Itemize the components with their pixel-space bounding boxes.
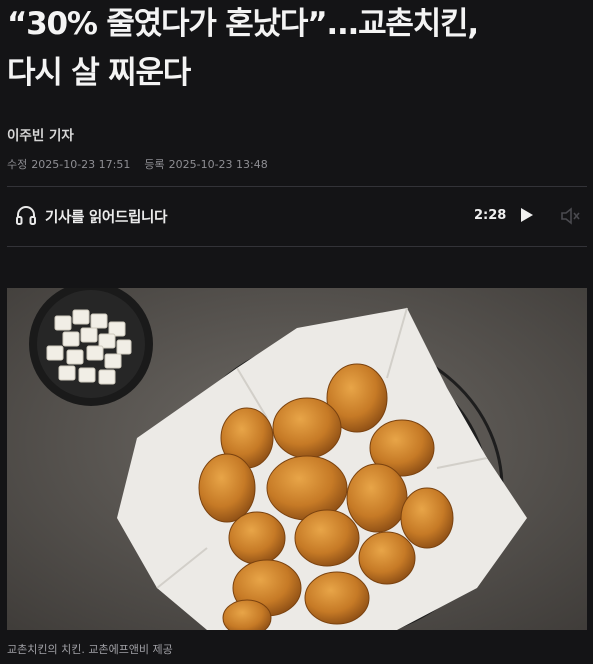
- headphone-icon: [16, 206, 36, 225]
- volume-muted-icon[interactable]: [560, 206, 582, 226]
- play-icon[interactable]: [520, 207, 534, 223]
- article-title: “30% 줄였다가 혼났다”...교촌치킨, 다시 살 찌운다: [7, 0, 587, 98]
- chicken-photo-illustration: [7, 288, 587, 630]
- modified-date: 2025-10-23 17:51: [31, 158, 131, 171]
- audio-player[interactable]: 기사를 읽어드립니다 2:28: [7, 192, 587, 240]
- divider-top: [7, 186, 587, 187]
- article-photo: [7, 288, 587, 630]
- registered-label: 등록: [144, 158, 165, 171]
- audio-duration: 2:28: [474, 208, 507, 223]
- reporter-byline[interactable]: 이주빈 기자: [7, 124, 74, 144]
- audio-label: 기사를 읽어드립니다: [45, 210, 168, 226]
- registered-date: 2025-10-23 13:48: [168, 158, 268, 171]
- modified-label: 수정: [7, 158, 28, 171]
- photo-caption: 교촌치킨의 치킨. 교촌에프앤비 제공: [7, 643, 173, 656]
- article-dates: 수정 2025-10-23 17:51 등록 2025-10-23 13:48: [7, 156, 268, 172]
- article-title-line1: “30% 줄였다가 혼났다”...교촌치킨,: [7, 6, 479, 42]
- divider-bottom: [7, 246, 587, 247]
- article-title-line2: 다시 살 찌운다: [7, 55, 191, 91]
